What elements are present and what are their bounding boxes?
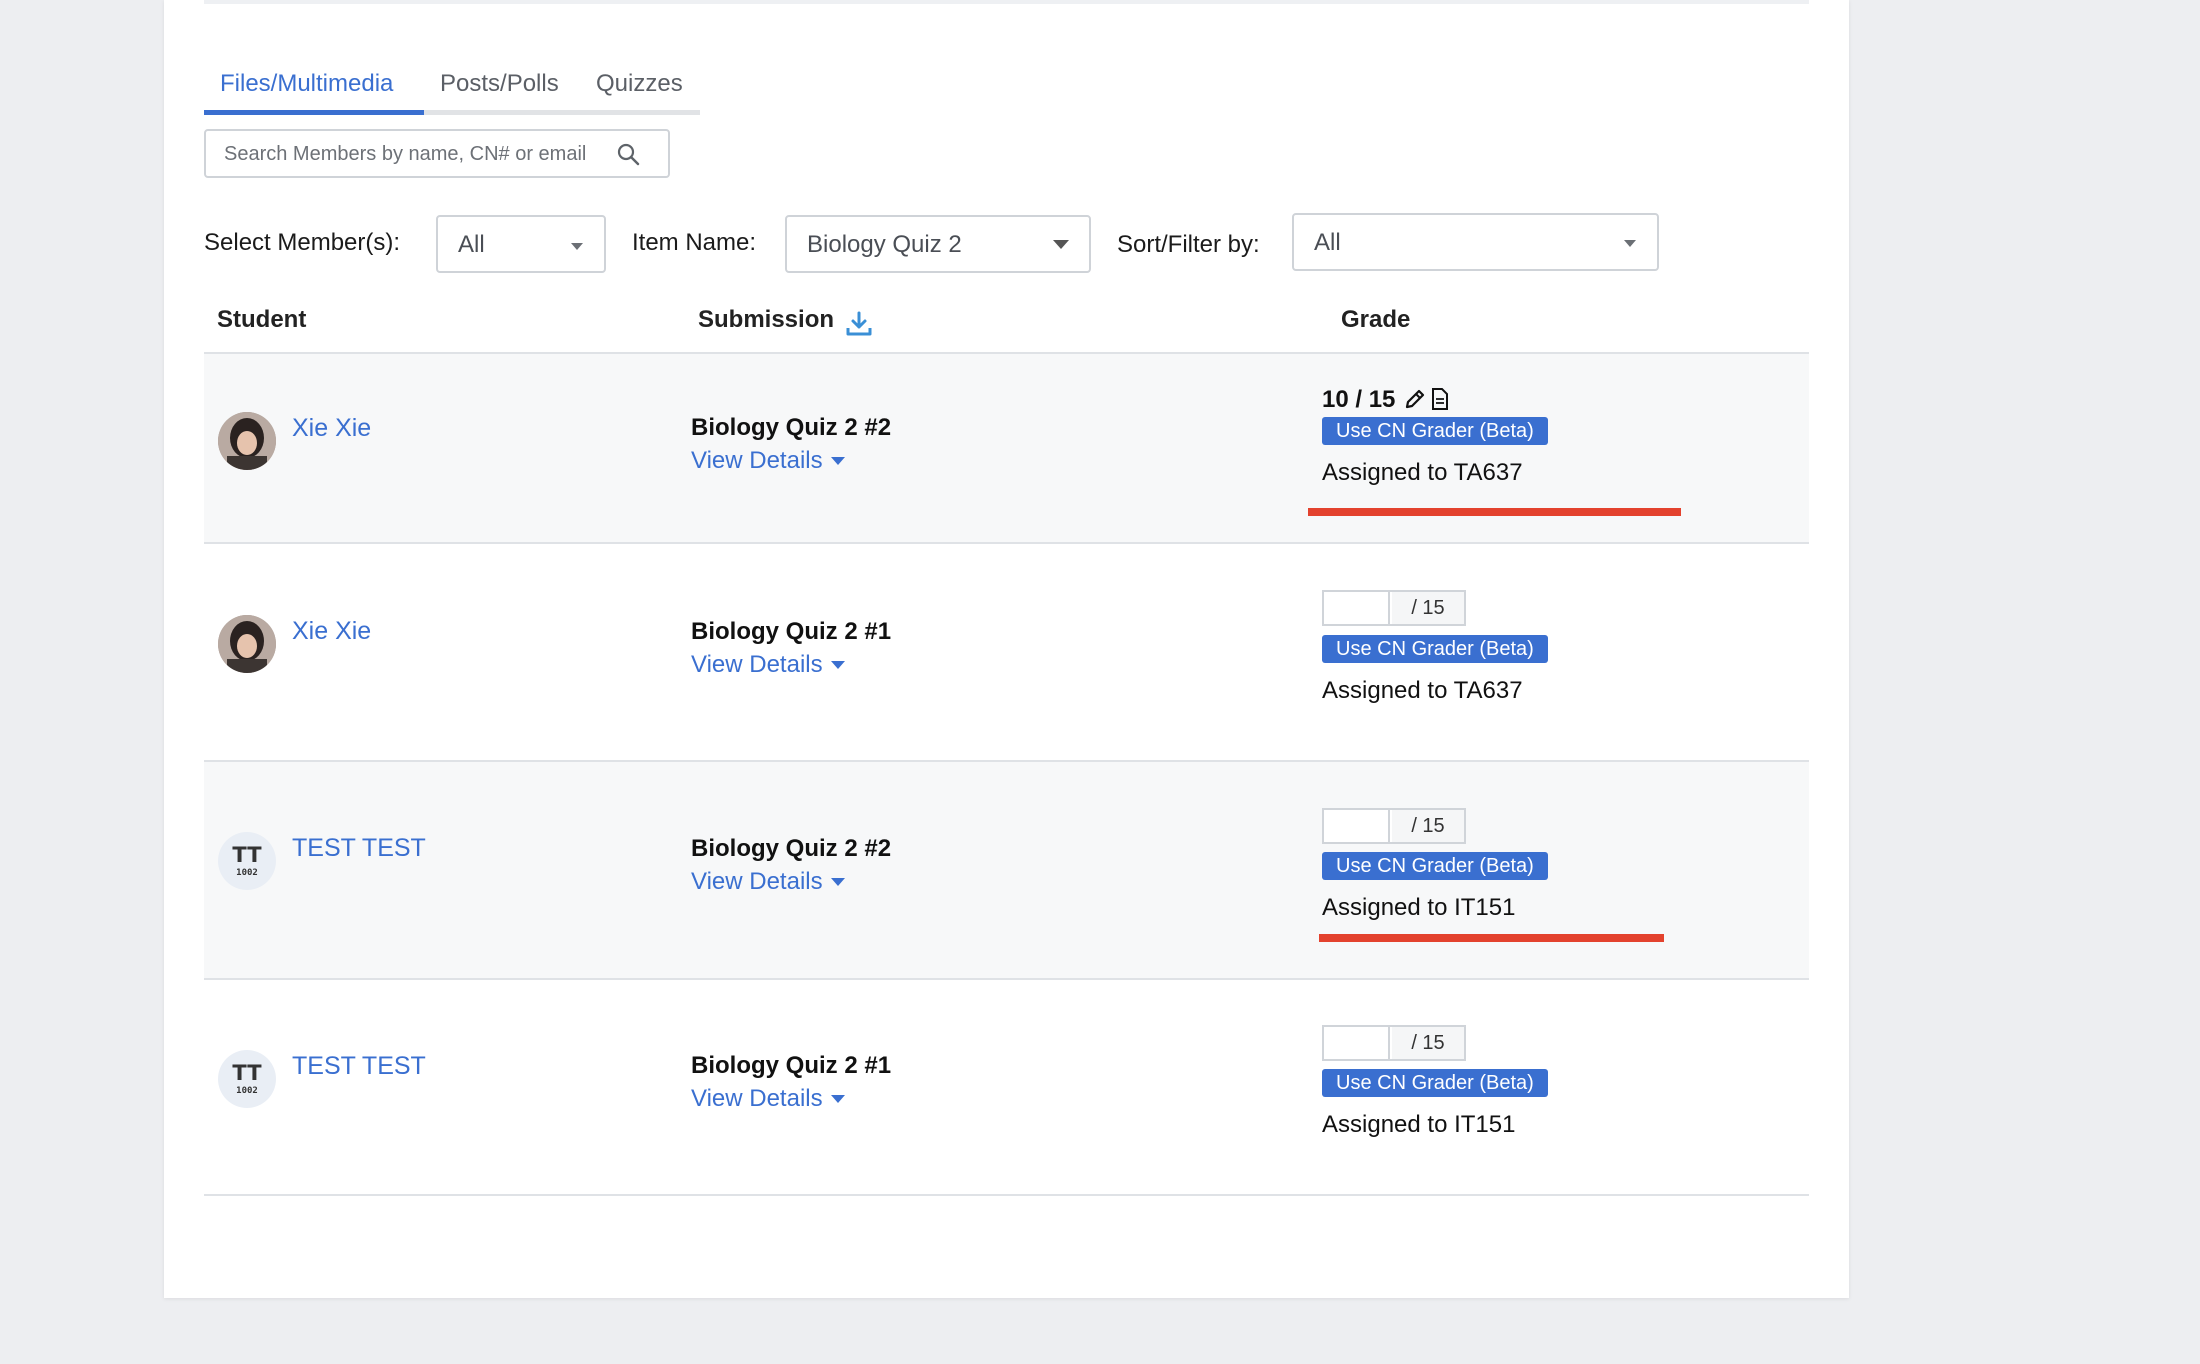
caret-down-icon [830,1095,845,1103]
top-divider [204,0,1809,4]
grade-input[interactable] [1324,810,1390,842]
submission-title: Biology Quiz 2 #1 [691,1052,892,1079]
grade-input[interactable] [1324,1027,1390,1059]
table-row: TT 1002 TEST TEST Biology Quiz 2 #2 View… [204,762,1809,980]
grade-value: 10 / 15 [1322,386,1396,413]
sort-filter-select-value: All [1314,229,1341,256]
table-row: Xie Xie Biology Quiz 2 #2 View Details 1… [204,354,1809,544]
view-details-label: View Details [691,447,823,474]
student-name-link[interactable]: Xie Xie [292,617,371,646]
avatar-initials: TT [232,1061,262,1085]
table-row: TT 1002 TEST TEST Biology Quiz 2 #1 View… [204,980,1809,1196]
active-tab-indicator [204,110,424,115]
grade-input-group: / 15 [1322,1025,1466,1061]
avatar [218,615,276,673]
student-name-link[interactable]: TEST TEST [292,834,426,863]
cn-grader-button[interactable]: Use CN Grader (Beta) [1322,635,1548,663]
cn-grader-button[interactable]: Use CN Grader (Beta) [1322,417,1548,445]
submission-title: Biology Quiz 2 #1 [691,618,892,645]
chevron-down-icon [571,243,583,250]
search-icon[interactable] [616,142,640,166]
view-details-label: View Details [691,868,823,895]
caret-down-icon [830,878,845,886]
grade-input-group: / 15 [1322,590,1466,626]
view-details-toggle[interactable]: View Details [691,868,845,896]
download-icon[interactable] [845,310,873,338]
caret-down-icon [830,661,845,669]
table-row: Xie Xie Biology Quiz 2 #1 View Details /… [204,544,1809,762]
grade-input[interactable] [1324,592,1390,624]
view-details-toggle[interactable]: View Details [691,447,845,475]
column-header-submission: Submission [698,306,835,333]
view-details-toggle[interactable]: View Details [691,1085,845,1113]
tab-posts-polls[interactable]: Posts/Polls [440,64,559,110]
grade-max: / 15 [1392,592,1464,624]
submission-title: Biology Quiz 2 #2 [691,414,892,441]
chevron-down-icon [1624,240,1636,247]
highlight-underline [1308,508,1681,516]
avatar-number: 1002 [236,1086,258,1096]
student-name-link[interactable]: Xie Xie [292,414,371,443]
member-select[interactable]: All [436,215,606,273]
highlight-underline [1319,934,1664,942]
member-select-value: All [458,231,485,258]
assigned-to-label: Assigned to TA637 [1322,459,1523,486]
tab-bar: Files/Multimedia Posts/Polls Quizzes [204,64,700,115]
search-input[interactable] [222,131,626,178]
avatar-number: 1002 [236,868,258,878]
avatar-initials: TT [232,843,262,867]
column-header-student: Student [217,306,307,333]
submission-title: Biology Quiz 2 #2 [691,835,892,862]
view-details-label: View Details [691,1085,823,1112]
grade-max: / 15 [1392,810,1464,842]
grade-input-group: / 15 [1322,808,1466,844]
sort-filter-label: Sort/Filter by: [1117,231,1260,258]
grade-max: / 15 [1392,1027,1464,1059]
document-icon[interactable] [1430,387,1450,411]
sort-filter-select[interactable]: All [1292,213,1659,271]
chevron-down-icon [1053,240,1069,249]
item-name-label: Item Name: [632,229,757,256]
tab-files-multimedia[interactable]: Files/Multimedia [220,64,393,110]
avatar: TT 1002 [218,832,276,890]
item-name-select-value: Biology Quiz 2 [807,231,962,258]
avatar [218,412,276,470]
tab-quizzes[interactable]: Quizzes [596,64,683,110]
assigned-to-label: Assigned to IT151 [1322,1111,1516,1138]
member-search [204,129,670,178]
assigned-to-label: Assigned to IT151 [1322,894,1516,921]
cn-grader-button[interactable]: Use CN Grader (Beta) [1322,852,1548,880]
item-name-select[interactable]: Biology Quiz 2 [785,215,1091,273]
student-name-link[interactable]: TEST TEST [292,1052,426,1081]
avatar: TT 1002 [218,1050,276,1108]
member-filter-label: Select Member(s): [204,229,401,256]
column-header-grade: Grade [1341,306,1411,333]
view-details-label: View Details [691,651,823,678]
assigned-to-label: Assigned to TA637 [1322,677,1523,704]
caret-down-icon [830,457,845,465]
view-details-toggle[interactable]: View Details [691,651,845,679]
pencil-icon[interactable] [1403,387,1427,411]
cn-grader-button[interactable]: Use CN Grader (Beta) [1322,1069,1548,1097]
